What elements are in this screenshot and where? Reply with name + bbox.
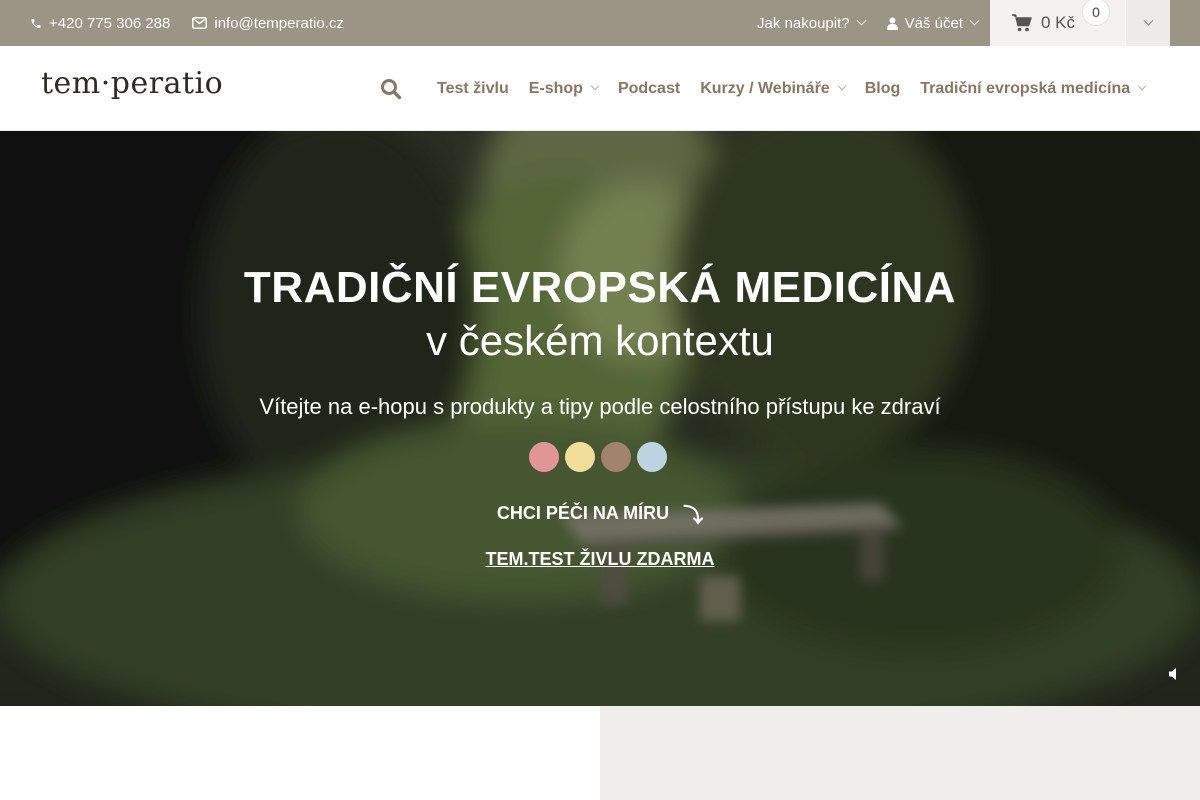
element-dot-earth: [601, 442, 631, 472]
nav-item-podcast[interactable]: Podcast: [608, 80, 690, 98]
email-address: info@temperatio.cz: [214, 14, 344, 32]
hero-welcome-text: Vítejte na e-hopu s produkty a tipy podl…: [259, 394, 941, 419]
user-icon: [886, 17, 898, 30]
element-dot-fire: [529, 442, 559, 472]
element-test-link[interactable]: TEM.TEST ŽIVLU ZDARMA: [0, 549, 1200, 570]
search-icon: [381, 79, 402, 100]
cart-icon: [1012, 14, 1032, 32]
envelope-icon: [192, 17, 208, 29]
phone-link[interactable]: +420 775 306 288: [30, 15, 170, 32]
element-dot-air: [565, 442, 595, 472]
content-right-panel: [600, 706, 1200, 800]
top-bar: +420 775 306 288 info@temperatio.cz Jak …: [0, 0, 1200, 46]
nav-item-label: E-shop: [528, 79, 583, 97]
search-button[interactable]: [378, 76, 404, 102]
chevron-down-icon: [837, 81, 846, 90]
chevron-down-icon: [969, 15, 980, 26]
contact-info: +420 775 306 288 info@temperatio.cz: [30, 0, 366, 46]
nav-item-blog[interactable]: Blog: [855, 80, 911, 98]
hero-banner: TRADIČNÍ EVROPSKÁ MEDICÍNA v českém kont…: [0, 131, 1200, 706]
hero-subtitle: v českém kontextu: [426, 317, 774, 364]
cart-total: 0 Kč: [1041, 13, 1076, 32]
element-dots: [529, 442, 673, 472]
chevron-down-icon: [590, 81, 600, 90]
nav-item-kurzy[interactable]: Kurzy / Webináře: [690, 80, 855, 98]
cart-button[interactable]: 0 Kč 0: [990, 0, 1125, 46]
hero-title: TRADIČNÍ EVROPSKÁ MEDICÍNA: [243, 263, 957, 312]
logo[interactable]: tem·peratio: [41, 66, 223, 101]
cart-count-badge: 0: [1082, 0, 1110, 26]
curved-arrow-icon: ⤵: [683, 505, 704, 527]
nav-item-tem[interactable]: Tradiční evropská medicína: [910, 80, 1155, 98]
how-to-buy-label: Jak nakoupit?: [757, 14, 850, 32]
cart-dropdown-toggle[interactable]: [1125, 0, 1170, 46]
nav-item-test-zivlu[interactable]: Test živlu: [427, 80, 519, 98]
account-menu[interactable]: Váš účet: [886, 14, 980, 32]
speaker-icon[interactable]: [1166, 666, 1182, 682]
element-dot-water: [637, 442, 667, 472]
chevron-down-icon: [1143, 15, 1153, 26]
care-cta-button[interactable]: CHCI PÉČI NA MÍRU ⤵: [0, 499, 1200, 528]
phone-number: +420 775 306 288: [49, 14, 171, 32]
nav-item-label: Podcast: [617, 79, 681, 97]
how-to-buy-menu[interactable]: Jak nakoupit?: [757, 14, 867, 32]
content-left-panel: [0, 706, 600, 800]
top-right-links: Jak nakoupit? Váš účet: [735, 0, 980, 46]
phone-icon: [31, 18, 41, 28]
site-header: tem·peratio Test živlu E-shop Podcast Ku…: [0, 46, 1200, 131]
account-label: Váš účet: [904, 14, 963, 32]
nav-item-eshop[interactable]: E-shop: [519, 80, 608, 98]
main-nav: Test živlu E-shop Podcast Kurzy / Webiná…: [427, 46, 1155, 131]
nav-item-label: Test živlu: [437, 79, 509, 97]
nav-item-label: Blog: [864, 79, 901, 97]
chevron-down-icon: [856, 15, 867, 26]
chevron-down-icon: [1137, 81, 1147, 90]
nav-item-label: Kurzy / Webináře: [700, 79, 830, 97]
email-link[interactable]: info@temperatio.cz: [192, 14, 344, 32]
nav-item-label: Tradiční evropská medicína: [920, 79, 1131, 97]
care-cta-label: CHCI PÉČI NA MÍRU: [496, 503, 670, 523]
